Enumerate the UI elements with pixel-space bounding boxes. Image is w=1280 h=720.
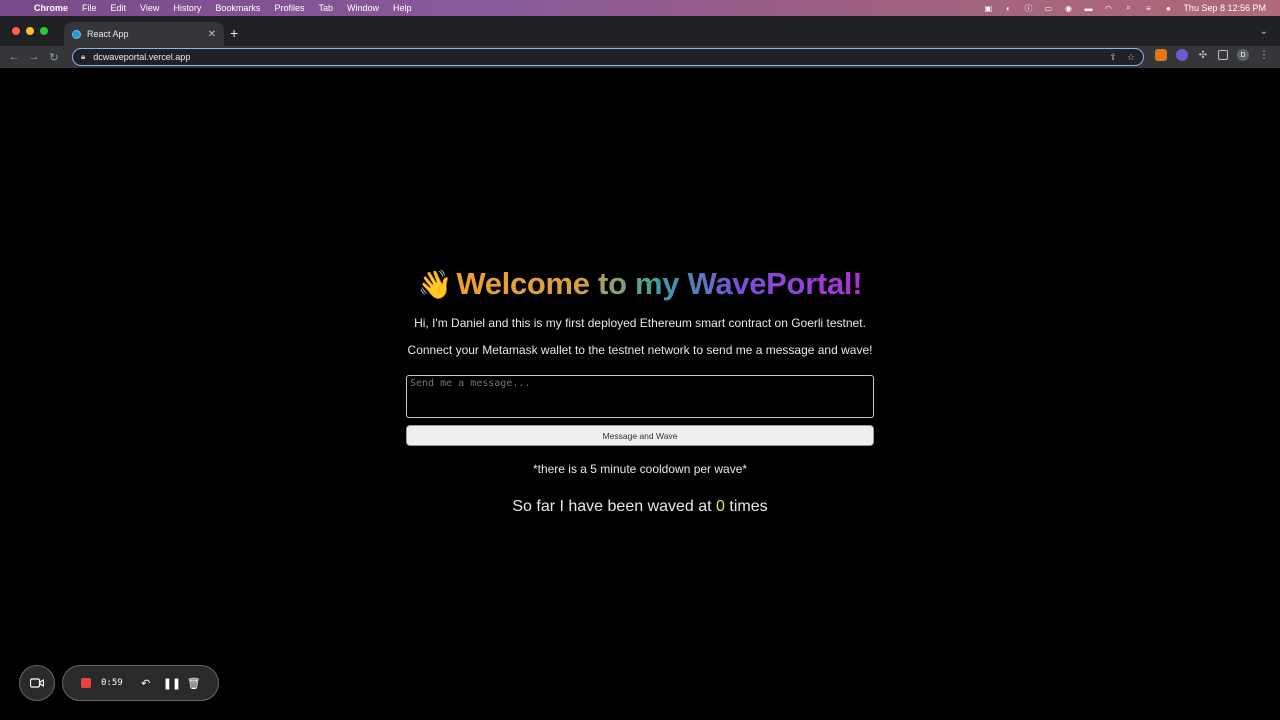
count-suffix: times — [724, 498, 768, 515]
menu-profiles[interactable]: Profiles — [268, 3, 312, 13]
side-panel-icon[interactable] — [1218, 50, 1228, 60]
recording-timer: 0:59 — [101, 678, 123, 688]
forward-arrow-icon[interactable]: → — [24, 51, 44, 63]
window-controls — [12, 27, 48, 35]
reload-icon[interactable]: ↻ — [44, 51, 64, 64]
tab-title: React App — [87, 29, 129, 39]
web-page: 👋 Welcome to my WavePortal! Hi, I'm Danie… — [0, 68, 1280, 720]
menu-edit[interactable]: Edit — [105, 3, 135, 13]
stop-recording-button[interactable] — [81, 678, 91, 688]
menu-tab[interactable]: Tab — [312, 3, 341, 13]
zoom-window-button[interactable] — [40, 27, 48, 35]
page-title: 👋 Welcome to my WavePortal! — [406, 266, 874, 302]
browser-tab-active[interactable]: React App ✕ — [64, 22, 224, 46]
recording-controls: 0:59 ↶ ❚❚ 🗑︎ — [62, 665, 219, 701]
close-window-button[interactable] — [12, 27, 20, 35]
delete-recording-icon[interactable]: 🗑︎ — [187, 677, 201, 690]
menu-help[interactable]: Help — [387, 3, 420, 13]
menu-window[interactable]: Window — [341, 3, 387, 13]
tab-search-chevron-icon[interactable]: ⌄ — [1260, 26, 1268, 37]
purple-extension-icon[interactable] — [1176, 49, 1188, 61]
title-text: Welcome to my WavePortal! — [456, 266, 863, 301]
record-dot-icon[interactable]: ◉ — [1063, 4, 1073, 13]
new-tab-button[interactable]: + — [230, 26, 238, 40]
intro-text: Hi, I'm Daniel and this is my first depl… — [414, 316, 866, 330]
video-camera-icon — [30, 678, 44, 688]
bookmark-star-icon[interactable]: ☆ — [1127, 52, 1135, 63]
minimize-window-button[interactable] — [26, 27, 34, 35]
lock-icon[interactable]: 🔒︎ — [81, 52, 85, 62]
control-center-icon[interactable]: ≡ — [1143, 4, 1153, 13]
close-tab-icon[interactable]: ✕ — [208, 29, 216, 40]
metamask-extension-icon[interactable] — [1155, 49, 1167, 61]
info-icon[interactable]: ⓘ — [1023, 4, 1033, 13]
more-menu-icon[interactable]: ⋮ — [1258, 49, 1270, 61]
browser-toolbar: ← → ↻ 🔒︎ dcwaveportal.vercel.app ⇪ ☆ ✣ D… — [0, 46, 1280, 68]
camera-toggle-button[interactable] — [19, 665, 55, 701]
back-arrow-icon[interactable]: ← — [4, 51, 24, 63]
menu-file[interactable]: File — [76, 3, 105, 13]
url-text[interactable]: dcwaveportal.vercel.app — [93, 52, 1099, 62]
macos-menubar: Chrome File Edit View History Bookmarks … — [0, 0, 1280, 16]
restart-recording-icon[interactable]: ↶ — [139, 677, 153, 690]
waving-hand-icon: 👋 — [417, 269, 453, 300]
menu-history[interactable]: History — [167, 3, 209, 13]
profile-avatar[interactable]: D — [1237, 49, 1249, 61]
siri-icon[interactable]: ● — [1163, 4, 1173, 13]
react-favicon-icon — [72, 29, 81, 39]
message-input[interactable] — [406, 375, 874, 418]
display-icon[interactable]: ▭ — [1043, 4, 1053, 13]
menubar-status-area: ▣ ◐ ⓘ ▭ ◉ ▬ ◠ ⌕ ≡ ● Thu Sep 8 12:56 PM — [983, 0, 1280, 16]
wifi-icon[interactable]: ◠ — [1103, 4, 1113, 13]
menu-bookmarks[interactable]: Bookmarks — [209, 3, 268, 13]
battery-icon[interactable]: ▬ — [1083, 4, 1093, 13]
menubar-clock[interactable]: Thu Sep 8 12:56 PM — [1183, 3, 1266, 13]
extensions-area: ✣ D ⋮ — [1155, 49, 1270, 61]
search-icon[interactable]: ⌕ — [1123, 3, 1133, 12]
wave-count: 0 — [716, 498, 725, 515]
message-and-wave-button[interactable]: Message and Wave — [406, 425, 874, 446]
waveportal-container: 👋 Welcome to my WavePortal! Hi, I'm Danie… — [406, 266, 874, 516]
cooldown-note: *there is a 5 minute cooldown per wave* — [532, 462, 748, 476]
instructions-text: Connect your Metamask wallet to the test… — [407, 343, 873, 357]
share-icon[interactable]: ⇪ — [1109, 52, 1117, 63]
menu-chrome[interactable]: Chrome — [28, 3, 76, 13]
pause-recording-icon[interactable]: ❚❚ — [163, 677, 181, 690]
extensions-puzzle-icon[interactable]: ✣ — [1197, 49, 1209, 61]
address-bar[interactable]: 🔒︎ dcwaveportal.vercel.app ⇪ ☆ — [72, 48, 1144, 66]
browser-tabstrip: React App ✕ + ⌄ — [0, 16, 1280, 46]
screen-record-icon[interactable]: ▣ — [983, 4, 993, 13]
wave-count-line: So far I have been waved at 0 times — [406, 498, 874, 516]
half-circle-icon[interactable]: ◐ — [1003, 4, 1013, 13]
count-prefix: So far I have been waved at — [512, 498, 717, 515]
menu-view[interactable]: View — [134, 3, 167, 13]
